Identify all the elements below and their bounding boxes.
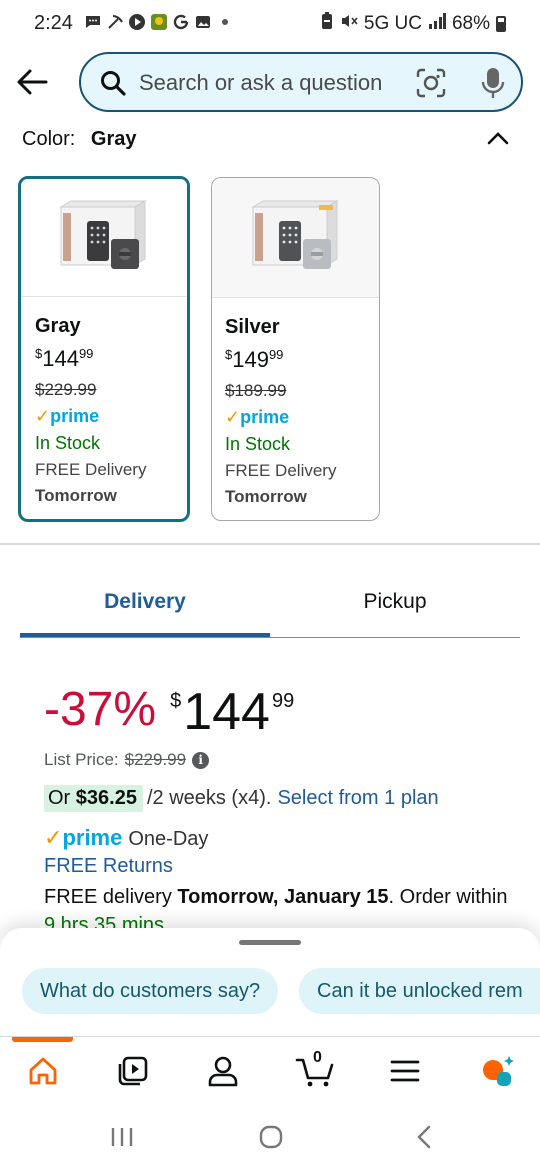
video-icon — [118, 1056, 148, 1086]
microphone-icon — [481, 68, 505, 98]
back-button[interactable] — [14, 64, 50, 100]
swatch-list-price: $189.99 — [225, 381, 287, 400]
swatch-name: Silver — [225, 316, 280, 338]
product-image-silver — [212, 178, 379, 298]
tab-delivery[interactable]: Delivery — [20, 576, 270, 637]
nav-home[interactable] — [23, 1053, 63, 1089]
menu-icon — [390, 1060, 420, 1082]
battery-saver-icon — [320, 12, 334, 36]
account-icon — [208, 1056, 238, 1087]
gallery-icon — [194, 13, 212, 31]
collapse-button[interactable] — [484, 128, 512, 152]
delivery-label: FREE Delivery — [35, 460, 147, 479]
stock-status: In Stock — [35, 433, 101, 453]
search-header — [0, 48, 540, 120]
price-block: -37% $ 144 99 — [44, 682, 294, 748]
system-navigation-bar — [0, 1104, 540, 1170]
free-returns-link[interactable]: FREE Returns — [44, 855, 173, 878]
swatch-list-price: $229.99 — [35, 380, 97, 399]
home-button[interactable] — [256, 1122, 286, 1152]
search-input[interactable] — [139, 67, 399, 99]
google-icon — [172, 13, 190, 31]
product-image-gray — [21, 179, 187, 297]
home-circle-icon — [259, 1125, 283, 1149]
current-price: $ 144 99 — [170, 683, 295, 741]
delivery-label: FREE Delivery — [225, 461, 337, 480]
rufus-assistant-icon — [483, 1056, 514, 1086]
list-price: List Price: $229.99 i — [44, 750, 210, 770]
swatch-price: $14999 — [225, 347, 284, 372]
fulfillment-tabs: Delivery Pickup — [20, 576, 520, 638]
prime-logo: ✓prime — [44, 825, 123, 850]
installment-badge: Or $36.25 — [44, 785, 143, 812]
prime-check-icon: ✓ — [44, 825, 63, 850]
section-divider — [0, 543, 540, 545]
signal-icon — [428, 13, 446, 35]
info-icon[interactable]: i — [192, 751, 210, 769]
app-thumbnail-icon — [150, 13, 168, 31]
chevron-left-icon — [417, 1125, 431, 1149]
delivery-day: Tomorrow — [225, 487, 307, 506]
nav-video[interactable] — [113, 1053, 153, 1089]
drag-handle[interactable] — [239, 940, 301, 945]
color-selector-header[interactable]: Color: Gray — [22, 128, 518, 158]
active-tab-indicator — [12, 1037, 73, 1042]
color-swatch-silver[interactable]: Silver $14999 $189.99 ✓prime In Stock FR… — [211, 177, 380, 521]
search-bar[interactable] — [79, 52, 523, 112]
mute-icon — [340, 12, 358, 36]
prime-badge: ✓prime — [225, 407, 290, 427]
battery-icon — [496, 16, 506, 32]
delivery-message: FREE delivery Tomorrow, January 15. Orde… — [44, 883, 514, 933]
delivery-day: Tomorrow — [35, 486, 117, 505]
color-value: Gray — [90, 128, 137, 150]
prime-check-icon: ✓ — [35, 406, 51, 426]
recent-apps-button[interactable] — [107, 1122, 137, 1152]
nav-rufus[interactable] — [477, 1053, 517, 1089]
swatch-price: $14499 — [35, 346, 94, 371]
network-label: 5G UC — [363, 13, 422, 34]
dot-icon — [216, 13, 234, 31]
pickaxe-icon — [106, 13, 124, 31]
system-back-button[interactable] — [409, 1122, 439, 1152]
recent-apps-icon — [111, 1128, 133, 1146]
nav-menu[interactable] — [385, 1053, 425, 1089]
notification-icons — [84, 13, 234, 31]
discount-percent: -37% — [44, 683, 157, 736]
cart-count: 0 — [313, 1049, 322, 1066]
status-right: 5G UC 68% — [320, 12, 506, 36]
swatch-name: Gray — [35, 315, 81, 337]
ai-suggestions-sheet: What do customers say? Can it be unlocke… — [0, 928, 540, 1036]
prime-badge: ✓prime — [35, 406, 100, 426]
color-swatch-gray[interactable]: Gray $14499 $229.99 ✓prime In Stock FREE… — [18, 176, 190, 522]
select-plan-link[interactable]: Select from 1 plan — [277, 787, 438, 810]
tab-pickup[interactable]: Pickup — [270, 576, 520, 636]
status-time: 2:24 — [34, 12, 73, 34]
chat-icon — [84, 13, 102, 31]
bottom-navigation: 0 — [0, 1036, 540, 1104]
nav-cart[interactable]: 0 — [295, 1049, 335, 1089]
voice-search-button[interactable] — [477, 66, 509, 100]
suggestion-chip[interactable]: Can it be unlocked rem — [299, 968, 540, 1014]
camera-lens-icon — [416, 68, 446, 98]
back-arrow-icon — [17, 69, 48, 95]
home-icon — [29, 1057, 57, 1085]
play-icon — [128, 13, 146, 31]
suggestion-chip[interactable]: What do customers say? — [22, 968, 279, 1014]
prime-one-day: ✓prime One-Day — [44, 825, 209, 850]
installment-plan: Or $36.25 /2 weeks (x4). Select from 1 p… — [44, 785, 439, 812]
stock-status: In Stock — [225, 434, 291, 454]
status-bar: 2:24 5G UC 68% — [0, 0, 540, 48]
prime-check-icon: ✓ — [225, 407, 241, 427]
color-label: Color: — [22, 128, 76, 150]
nav-account[interactable] — [203, 1053, 243, 1089]
search-icon — [101, 71, 126, 96]
battery-percent: 68% — [451, 13, 490, 34]
chevron-up-icon — [487, 132, 509, 145]
camera-search-button[interactable] — [415, 67, 447, 99]
